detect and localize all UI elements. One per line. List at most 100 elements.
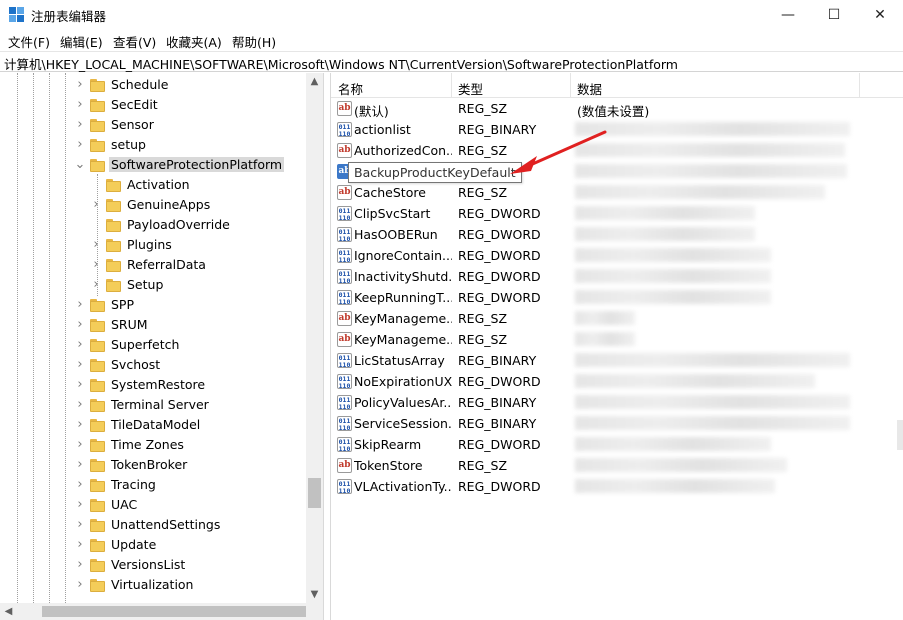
scroll-left-icon[interactable]: ◀ xyxy=(0,603,17,620)
tree-item[interactable]: › setup xyxy=(0,135,306,155)
menu-favorites[interactable]: 收藏夹(A) xyxy=(166,32,222,51)
tree-item[interactable]: › Plugins xyxy=(0,235,306,255)
menu-edit[interactable]: 编辑(E) xyxy=(60,32,103,51)
menu-help[interactable]: 帮助(H) xyxy=(232,32,276,51)
chevron-right-icon[interactable]: › xyxy=(90,198,102,212)
tree-item[interactable]: ⌄ SoftwareProtectionPlatform xyxy=(0,155,306,175)
list-scroll-indicator[interactable] xyxy=(897,420,903,450)
value-row[interactable]: 011 110 KeepRunningT... REG_DWORD xyxy=(331,287,891,308)
chevron-right-icon[interactable]: › xyxy=(74,78,86,92)
tree-item[interactable]: › Setup xyxy=(0,275,306,295)
value-row[interactable]: 011 110 SkipRearm REG_DWORD xyxy=(331,434,891,455)
chevron-down-icon[interactable]: ⌄ xyxy=(74,158,86,172)
value-row[interactable]: 011 110 LicStatusArray REG_BINARY xyxy=(331,350,891,371)
chevron-right-icon[interactable]: › xyxy=(74,338,86,352)
chevron-right-icon[interactable]: › xyxy=(74,498,86,512)
tree-item[interactable]: › Terminal Server xyxy=(0,395,306,415)
scroll-down-icon[interactable]: ▼ xyxy=(306,586,323,603)
chevron-right-icon[interactable]: › xyxy=(74,118,86,132)
chevron-right-icon[interactable]: › xyxy=(74,318,86,332)
tree-item[interactable]: › GenuineApps xyxy=(0,195,306,215)
chevron-right-icon[interactable]: › xyxy=(90,258,102,272)
tree-item-label: SecEdit xyxy=(111,97,158,112)
column-data[interactable]: 数据 xyxy=(577,79,602,98)
value-name: AuthorizedCon... xyxy=(354,143,452,158)
chevron-right-icon[interactable]: › xyxy=(74,98,86,112)
address-bar[interactable]: 计算机\HKEY_LOCAL_MACHINE\SOFTWARE\Microsof… xyxy=(0,51,903,72)
tree-item[interactable]: › TokenBroker xyxy=(0,455,306,475)
string-value-icon: ab xyxy=(337,332,352,347)
chevron-right-icon[interactable]: › xyxy=(74,398,86,412)
column-type[interactable]: 类型 xyxy=(458,79,483,98)
minimize-button[interactable]: — xyxy=(765,0,811,30)
menu-file[interactable]: 文件(F) xyxy=(8,32,50,51)
tree-item[interactable]: › Virtualization xyxy=(0,575,306,595)
value-name: LicStatusArray xyxy=(354,353,445,368)
tree-item[interactable]: Activation xyxy=(0,175,306,195)
chevron-right-icon[interactable]: › xyxy=(74,578,86,592)
folder-icon xyxy=(90,338,105,352)
chevron-right-icon[interactable]: › xyxy=(74,518,86,532)
tree-item[interactable]: › UnattendSettings xyxy=(0,515,306,535)
scroll-up-icon[interactable]: ▲ xyxy=(306,73,323,90)
value-row[interactable]: ab (默认) REG_SZ (数值未设置) xyxy=(331,98,891,119)
chevron-right-icon[interactable]: › xyxy=(74,298,86,312)
chevron-right-icon[interactable]: › xyxy=(74,418,86,432)
tree-item[interactable]: PayloadOverride xyxy=(0,215,306,235)
chevron-right-icon[interactable]: › xyxy=(74,458,86,472)
value-row[interactable]: ab CacheStore REG_SZ xyxy=(331,182,891,203)
tree-item[interactable]: › Svchost xyxy=(0,355,306,375)
scroll-thumb[interactable] xyxy=(42,606,306,617)
maximize-button[interactable]: ☐ xyxy=(811,0,857,30)
tree-horizontal-scrollbar[interactable]: ◀ xyxy=(0,603,306,620)
value-row[interactable]: 011 110 ServiceSession... REG_BINARY xyxy=(331,413,891,434)
tree-item-label: Plugins xyxy=(127,237,172,252)
tree-vertical-scrollbar[interactable]: ▲ ▼ xyxy=(306,73,323,603)
value-row[interactable]: 011 110 InactivityShutd... REG_DWORD xyxy=(331,266,891,287)
tree-item-label: Update xyxy=(111,537,157,552)
value-row[interactable]: 011 110 HasOOBERun REG_DWORD xyxy=(331,224,891,245)
value-row[interactable]: 011 110 IgnoreContain... REG_DWORD xyxy=(331,245,891,266)
value-row[interactable]: ab KeyManageme... REG_SZ xyxy=(331,308,891,329)
tree-item[interactable]: › Time Zones xyxy=(0,435,306,455)
tree-item[interactable]: › Tracing xyxy=(0,475,306,495)
column-divider[interactable] xyxy=(570,73,571,98)
tree-item[interactable]: › Update xyxy=(0,535,306,555)
chevron-right-icon[interactable]: › xyxy=(74,558,86,572)
key-tree-pane[interactable]: › Schedule › SecEdit › Sensor › setup ⌄ SoftwareP… xyxy=(0,73,324,620)
menu-view[interactable]: 查看(V) xyxy=(113,32,156,51)
value-row[interactable]: ab TokenStore REG_SZ xyxy=(331,455,891,476)
tree-item[interactable]: › UAC xyxy=(0,495,306,515)
value-row[interactable]: 011 110 NoExpirationUX REG_DWORD xyxy=(331,371,891,392)
tree-item[interactable]: › SystemRestore xyxy=(0,375,306,395)
tree-item[interactable]: › SRUM xyxy=(0,315,306,335)
chevron-right-icon[interactable]: › xyxy=(90,278,102,292)
tree-item[interactable]: › TileDataModel xyxy=(0,415,306,435)
close-button[interactable]: ✕ xyxy=(857,0,903,30)
chevron-right-icon[interactable]: › xyxy=(74,138,86,152)
tree-item[interactable]: › Schedule xyxy=(0,75,306,95)
chevron-right-icon[interactable]: › xyxy=(74,438,86,452)
chevron-right-icon[interactable]: › xyxy=(74,358,86,372)
tree-item[interactable]: › ReferralData xyxy=(0,255,306,275)
value-row[interactable]: 011 110 ClipSvcStart REG_DWORD xyxy=(331,203,891,224)
chevron-right-icon[interactable]: › xyxy=(74,378,86,392)
tree-item[interactable]: › Superfetch xyxy=(0,335,306,355)
column-divider[interactable] xyxy=(859,73,860,98)
column-divider[interactable] xyxy=(451,73,452,98)
binary-value-icon: 011 110 xyxy=(337,416,352,432)
chevron-right-icon[interactable]: › xyxy=(74,538,86,552)
redacted-data xyxy=(575,458,787,472)
tree-item[interactable]: › SecEdit xyxy=(0,95,306,115)
tree-item[interactable]: › VersionsList xyxy=(0,555,306,575)
tree-item[interactable]: › Sensor xyxy=(0,115,306,135)
value-row[interactable]: 011 110 VLActivationTy... REG_DWORD xyxy=(331,476,891,497)
chevron-right-icon[interactable]: › xyxy=(90,238,102,252)
column-name[interactable]: 名称 xyxy=(338,79,363,98)
scroll-thumb[interactable] xyxy=(308,478,321,508)
value-list-pane[interactable]: 名称 类型 数据 ab (默认) REG_SZ (数值未设置) 011 110 action… xyxy=(330,73,903,620)
chevron-right-icon[interactable]: › xyxy=(74,478,86,492)
tree-item[interactable]: › SPP xyxy=(0,295,306,315)
value-row[interactable]: 011 110 PolicyValuesAr... REG_BINARY xyxy=(331,392,891,413)
value-row[interactable]: ab KeyManageme... REG_SZ xyxy=(331,329,891,350)
